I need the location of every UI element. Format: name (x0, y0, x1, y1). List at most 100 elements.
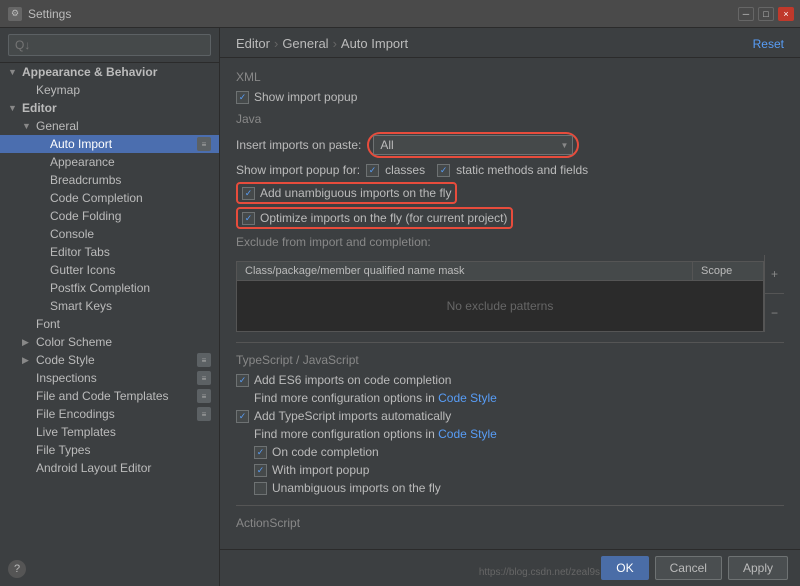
show-import-classes-checkbox[interactable] (366, 164, 379, 177)
unambiguous-imports-row: Unambiguous imports on the fly (254, 481, 784, 495)
add-typescript-row: Add TypeScript imports automatically (236, 409, 784, 423)
sidebar-item-label: Auto Import (50, 137, 112, 151)
sidebar-item-label: Editor (22, 101, 57, 115)
show-import-static-label: static methods and fields (456, 163, 588, 177)
sidebar-item-auto-import[interactable]: Auto Import ≡ (0, 135, 219, 153)
apply-button[interactable]: Apply (728, 556, 788, 580)
content-header: Editor › General › Auto Import Reset (220, 28, 800, 58)
table-add-btn[interactable]: + (765, 255, 784, 294)
add-unambiguous-label: Add unambiguous imports on the fly (260, 186, 451, 200)
minimize-btn[interactable]: ─ (738, 7, 754, 21)
sidebar-item-breadcrumbs[interactable]: Breadcrumbs (0, 171, 219, 189)
xml-show-import-popup-label: Show import popup (254, 90, 357, 104)
item-badge: ≡ (197, 407, 211, 421)
sidebar-item-appearance-behavior[interactable]: ▼ Appearance & Behavior (0, 63, 219, 81)
code-style-link-1[interactable]: Code Style (438, 391, 497, 405)
sidebar-item-code-folding[interactable]: Code Folding (0, 207, 219, 225)
item-badge: ≡ (197, 389, 211, 403)
with-import-popup-row: With import popup (254, 463, 784, 477)
add-es6-checkbox[interactable] (236, 374, 249, 387)
add-typescript-checkbox[interactable] (236, 410, 249, 423)
optimize-imports-label: Optimize imports on the fly (for current… (260, 211, 507, 225)
insert-imports-dropdown[interactable]: All ▼ (373, 135, 573, 155)
sidebar-item-appearance[interactable]: Appearance (0, 153, 219, 171)
sidebar-item-inspections[interactable]: Inspections ≡ (0, 369, 219, 387)
search-input[interactable] (8, 34, 211, 56)
add-es6-row: Add ES6 imports on code completion (236, 373, 784, 387)
insert-imports-label: Insert imports on paste: (236, 138, 361, 152)
ok-button[interactable]: OK (601, 556, 648, 580)
unambiguous-imports-checkbox[interactable] (254, 482, 267, 495)
help-button[interactable]: ? (8, 560, 26, 578)
optimize-imports-checkbox[interactable] (242, 212, 255, 225)
sidebar-item-label: Font (36, 317, 60, 331)
close-btn[interactable]: × (778, 7, 794, 21)
exclude-label: Exclude from import and completion: (236, 235, 784, 249)
sidebar-item-label: Editor Tabs (50, 245, 110, 259)
add-unambiguous-checkbox[interactable] (242, 187, 255, 200)
sidebar-item-label: General (36, 119, 79, 133)
cancel-button[interactable]: Cancel (655, 556, 722, 580)
sidebar-item-label: Android Layout Editor (36, 461, 151, 475)
show-import-static-checkbox[interactable] (437, 164, 450, 177)
java-section-label: Java (236, 112, 784, 126)
xml-show-import-popup-checkbox[interactable] (236, 91, 249, 104)
sidebar-item-live-templates[interactable]: Live Templates (0, 423, 219, 441)
sidebar-item-android-layout-editor[interactable]: Android Layout Editor (0, 459, 219, 477)
main-layout: ▼ Appearance & Behavior Keymap ▼ Editor … (0, 28, 800, 586)
search-box (0, 28, 219, 63)
add-typescript-label: Add TypeScript imports automatically (254, 409, 451, 423)
sidebar-item-general[interactable]: ▼ General (0, 117, 219, 135)
sidebar-item-font[interactable]: Font (0, 315, 219, 333)
sidebar-item-label: File Types (36, 443, 90, 457)
code-style-link-2[interactable]: Code Style (438, 427, 497, 441)
table-remove-btn[interactable]: − (765, 294, 784, 332)
optimize-imports-highlight: Optimize imports on the fly (for current… (236, 207, 513, 229)
table-header-row: Class/package/member qualified name mask… (237, 262, 763, 281)
breadcrumb-sep-2: › (333, 36, 337, 51)
arrow-icon: ▼ (8, 67, 22, 77)
sidebar-item-editor[interactable]: ▼ Editor (0, 99, 219, 117)
item-badge: ≡ (197, 137, 211, 151)
sidebar-item-label: Smart Keys (50, 299, 112, 313)
with-import-popup-checkbox[interactable] (254, 464, 267, 477)
exclude-table: Class/package/member qualified name mask… (236, 261, 764, 332)
table-empty-msg: No exclude patterns (237, 281, 763, 331)
sidebar-item-code-completion[interactable]: Code Completion (0, 189, 219, 207)
sidebar-item-label: Appearance (50, 155, 115, 169)
app-icon: ⚙ (8, 7, 22, 21)
xml-section-label: XML (236, 70, 784, 84)
on-code-completion-row: On code completion (254, 445, 784, 459)
exclude-table-container: Class/package/member qualified name mask… (236, 255, 784, 332)
sidebar-item-label: Code Completion (50, 191, 143, 205)
sidebar-item-keymap[interactable]: Keymap (0, 81, 219, 99)
section-divider (236, 342, 784, 343)
sidebar-item-file-encodings[interactable]: File Encodings ≡ (0, 405, 219, 423)
sidebar-item-color-scheme[interactable]: ▶ Color Scheme (0, 333, 219, 351)
breadcrumb-3: Auto Import (341, 36, 408, 51)
sidebar-item-smart-keys[interactable]: Smart Keys (0, 297, 219, 315)
sidebar-item-file-code-templates[interactable]: File and Code Templates ≡ (0, 387, 219, 405)
on-code-completion-checkbox[interactable] (254, 446, 267, 459)
xml-show-import-popup-row: Show import popup (236, 90, 784, 104)
unambiguous-imports-label: Unambiguous imports on the fly (272, 481, 441, 495)
sidebar-item-file-types[interactable]: File Types (0, 441, 219, 459)
actionscript-section-label: ActionScript (236, 516, 784, 530)
sidebar-item-postfix-completion[interactable]: Postfix Completion (0, 279, 219, 297)
insert-imports-dropdown-wrapper: All ▼ (373, 135, 573, 155)
maximize-btn[interactable]: □ (758, 7, 774, 21)
arrow-icon: ▶ (22, 337, 36, 348)
title-bar: ⚙ Settings ─ □ × (0, 0, 800, 28)
arrow-icon: ▼ (8, 103, 22, 113)
sidebar-item-code-style[interactable]: ▶ Code Style ≡ (0, 351, 219, 369)
sidebar-item-console[interactable]: Console (0, 225, 219, 243)
sidebar-item-gutter-icons[interactable]: Gutter Icons (0, 261, 219, 279)
item-badge: ≡ (197, 353, 211, 367)
sidebar-item-editor-tabs[interactable]: Editor Tabs (0, 243, 219, 261)
sidebar-item-label: Code Folding (50, 209, 121, 223)
find-config-ts1-row: Find more configuration options in Code … (254, 391, 784, 405)
window-controls: ─ □ × (738, 7, 794, 21)
sidebar-item-label: Gutter Icons (50, 263, 115, 277)
show-import-popup-label: Show import popup for: (236, 163, 360, 177)
reset-link[interactable]: Reset (753, 37, 784, 51)
